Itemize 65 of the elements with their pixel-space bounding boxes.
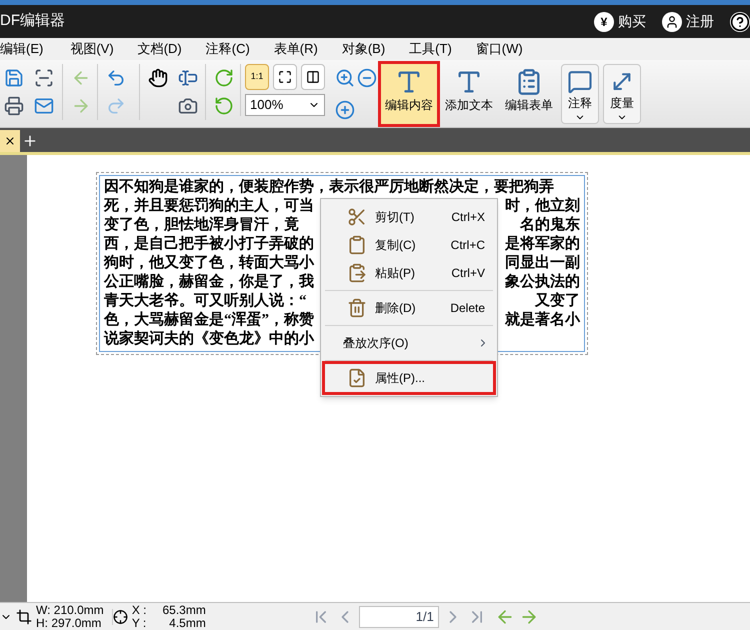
document-text: 时，他立刻 bbox=[505, 197, 580, 216]
document-text: 变了色，胆怯地浑身冒汗，竟 bbox=[104, 216, 299, 235]
menu-item[interactable]: 注释(C) bbox=[206, 39, 250, 59]
help-icon[interactable] bbox=[730, 12, 750, 32]
zoom-select[interactable]: 100% bbox=[245, 94, 325, 116]
document-check-icon bbox=[347, 368, 367, 388]
tool-icon bbox=[566, 69, 594, 94]
y-value: 4.5mm bbox=[168, 616, 206, 630]
menu-item[interactable]: 编辑(E) bbox=[0, 39, 44, 59]
clipboard-icon bbox=[347, 235, 367, 255]
fit-width-button[interactable] bbox=[301, 64, 325, 90]
document-text: 又变了 bbox=[535, 292, 580, 311]
context-menu-item[interactable]: 属性(P)... bbox=[325, 364, 493, 392]
document-text: 公正嘴脸，赫留金，你是了，我 bbox=[104, 273, 314, 292]
scissors-icon bbox=[347, 207, 367, 227]
width-text: W: 210.0mm bbox=[36, 604, 104, 616]
document-text: 死，并且要惩罚狗的主人，可当 bbox=[104, 197, 314, 216]
fit-page-button[interactable] bbox=[273, 64, 297, 90]
page-number-field[interactable]: 1/1 bbox=[358, 606, 439, 628]
menu-item[interactable]: 工具(T) bbox=[409, 39, 452, 59]
y-label: Y : bbox=[132, 616, 146, 630]
plus-icon bbox=[22, 133, 38, 149]
paste-icon bbox=[347, 263, 367, 283]
menu-item[interactable]: 文档(D) bbox=[138, 39, 182, 59]
cursor-icon bbox=[112, 608, 128, 624]
menu-item[interactable]: 窗口(W) bbox=[476, 39, 523, 59]
document-text: 同显出一副 bbox=[505, 254, 580, 273]
document-text: 青天大老爷。可又听别人说：“ bbox=[104, 292, 306, 311]
document-text: 狗时，他又变了色，转面大骂小 bbox=[104, 254, 314, 273]
document-text: 就是著名小 bbox=[505, 311, 580, 330]
document-text: 象公执法的 bbox=[505, 273, 580, 292]
page-size-icon bbox=[16, 608, 32, 624]
document-text: 是将军家的 bbox=[505, 235, 580, 254]
user-icon bbox=[665, 14, 679, 28]
height-text: H: 297.0mm bbox=[36, 616, 102, 630]
document-text: 色，大骂赫留金是“浑蛋”，称赞 bbox=[104, 311, 314, 330]
fit-page-icon bbox=[278, 70, 292, 84]
tool-button[interactable]: 注释 bbox=[561, 64, 599, 124]
tool-button[interactable]: 编辑内容 bbox=[381, 64, 437, 124]
menu-item[interactable]: 对象(B) bbox=[342, 39, 386, 59]
context-menu-item[interactable]: 复制(C) Ctrl+C bbox=[325, 231, 493, 259]
x-label: X : bbox=[132, 604, 146, 616]
tool-button[interactable]: 编辑表单 bbox=[501, 64, 557, 124]
close-icon bbox=[4, 135, 16, 147]
yen-icon: ¥ bbox=[600, 12, 608, 30]
window-title: DF编辑器 bbox=[0, 11, 65, 32]
context-menu-item[interactable]: 粘贴(P) Ctrl+V bbox=[325, 259, 493, 287]
trash-icon bbox=[347, 298, 367, 318]
document-text: 西，是自己把手被小打子弄破的 bbox=[104, 235, 314, 254]
buy-button[interactable]: ¥ 购买 bbox=[594, 11, 646, 32]
tool-button[interactable]: 添加文本 bbox=[441, 64, 497, 124]
menu-item[interactable]: 表单(R) bbox=[274, 39, 318, 59]
document-tab[interactable] bbox=[0, 130, 20, 152]
context-menu-item[interactable]: 叠放次序(O) bbox=[321, 329, 497, 357]
document-text: 说家契诃夫的《变色龙》中的小 bbox=[104, 330, 314, 349]
x-value: 65.3mm bbox=[162, 604, 206, 616]
context-menu-item[interactable]: 剪切(T) Ctrl+X bbox=[325, 203, 493, 231]
register-button[interactable]: 注册 bbox=[662, 11, 714, 32]
document-text: 因不知狗是谁家的，便装腔作势，表示很严厉地断然决定，要把狗弄 bbox=[104, 178, 554, 196]
actual-size-button[interactable]: 1:1 bbox=[245, 64, 269, 90]
tool-button[interactable]: 度量 bbox=[603, 64, 641, 124]
fit-width-icon bbox=[306, 70, 320, 84]
context-menu-item[interactable]: 删除(D) Delete bbox=[325, 294, 493, 322]
document-text: 名的鬼东 bbox=[520, 216, 580, 235]
menu-item[interactable]: 视图(V) bbox=[70, 39, 114, 59]
